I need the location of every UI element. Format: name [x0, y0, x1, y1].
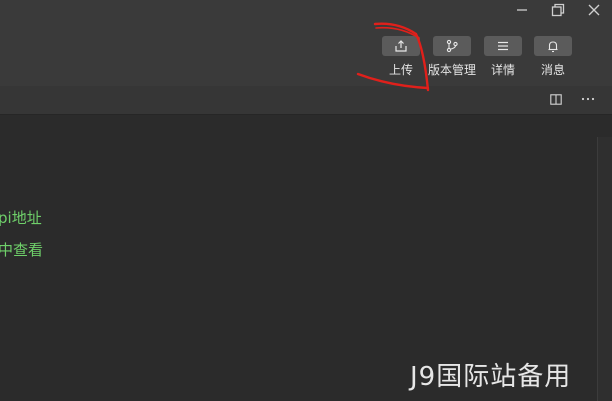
title-bar: 上传 版本管理 详情 消息 — [0, 0, 612, 86]
editor-actions — [548, 91, 596, 107]
details-button[interactable]: 详情 — [478, 36, 528, 78]
app-window: 上传 版本管理 详情 消息 pi地址 中查看 J9国际站备用 — [0, 0, 612, 401]
messages-button-box[interactable] — [534, 36, 572, 56]
list-icon — [498, 41, 508, 51]
more-icon — [581, 97, 595, 101]
restore-icon — [551, 3, 565, 17]
branch-icon — [446, 39, 458, 53]
more-actions-button[interactable] — [580, 91, 596, 107]
bell-icon — [548, 40, 558, 52]
version-management-button[interactable]: 版本管理 — [426, 36, 478, 78]
details-label: 详情 — [490, 63, 515, 77]
version-management-label: 版本管理 — [427, 63, 476, 77]
messages-button[interactable]: 消息 — [528, 36, 578, 78]
content-line: pi地址 — [0, 209, 42, 227]
toolbar-actions: 上传 版本管理 详情 消息 — [376, 36, 578, 78]
messages-label: 消息 — [540, 63, 565, 77]
upload-label: 上传 — [388, 63, 413, 77]
editor-tab-bar — [0, 86, 612, 115]
upload-button-box[interactable] — [382, 36, 420, 56]
close-icon — [588, 4, 600, 16]
content-line: 中查看 — [0, 241, 44, 259]
restore-button[interactable] — [540, 0, 576, 20]
minimize-button[interactable] — [504, 0, 540, 20]
split-editor-button[interactable] — [548, 91, 564, 107]
upload-icon — [395, 40, 407, 52]
minimize-icon — [517, 9, 527, 11]
details-button-box[interactable] — [484, 36, 522, 56]
upload-button[interactable]: 上传 — [376, 36, 426, 78]
split-view-icon — [550, 93, 562, 105]
version-management-button-box[interactable] — [433, 36, 471, 56]
editor-scrollbar[interactable] — [597, 137, 612, 401]
watermark-text: J9国际站备用 — [410, 362, 572, 392]
window-controls — [504, 0, 612, 20]
close-button[interactable] — [576, 0, 612, 20]
